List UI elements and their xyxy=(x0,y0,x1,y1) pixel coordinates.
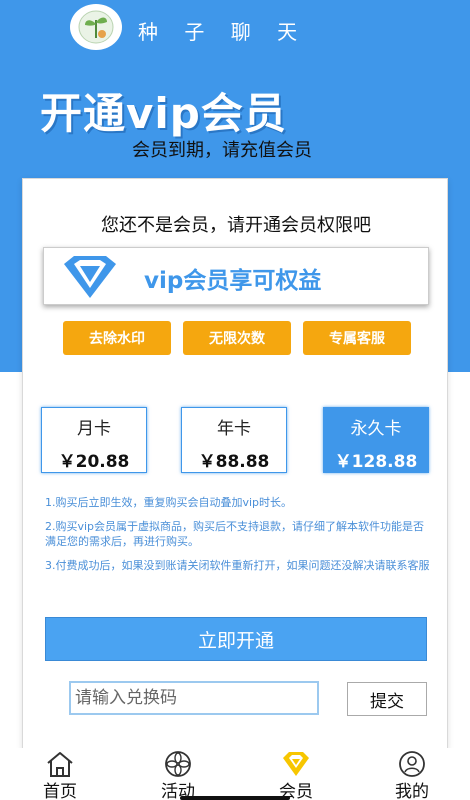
redeem-code-input[interactable] xyxy=(69,681,319,715)
perk-remove-watermark: 去除水印 xyxy=(63,321,171,355)
perk-list: 去除水印 无限次数 专属客服 xyxy=(63,321,411,355)
perk-exclusive-support: 专属客服 xyxy=(303,321,411,355)
submit-button[interactable]: 提交 xyxy=(347,682,427,716)
membership-notice: 您还不是会员，请开通会员权限吧 xyxy=(101,215,371,236)
diamond-icon xyxy=(64,256,116,298)
term-item: 1.购买后立即生效，重复购买会自动叠加vip时长。 xyxy=(45,496,293,509)
plan-price: ￥20.88 xyxy=(58,452,130,472)
term-item: 2.购买vip会员属于虚拟商品，购买后不支持退款，请仔细了解本软件功能是否满足您… xyxy=(45,520,425,548)
hero-subtitle: 会员到期，请充值会员 xyxy=(132,140,312,161)
seedling-logo-icon xyxy=(78,10,114,44)
nav-item-profile[interactable]: 我的 xyxy=(372,748,452,800)
nav-label: 我的 xyxy=(395,782,429,800)
app-logo xyxy=(70,4,122,50)
profile-icon xyxy=(399,751,425,777)
membership-card: 您还不是会员，请开通会员权限吧 vip会员享可权益 去除水印 无限次数 专属客服… xyxy=(22,178,448,750)
vip-banner-text: vip会员享可权益 xyxy=(144,268,322,294)
app-header: 种 子 聊 天 xyxy=(0,0,470,58)
vip-diamond-icon xyxy=(283,752,309,776)
perk-unlimited-uses: 无限次数 xyxy=(183,321,291,355)
plan-yearly[interactable]: 年卡 ￥88.88 xyxy=(181,407,287,473)
home-icon xyxy=(47,752,73,777)
plan-name: 年卡 xyxy=(217,419,251,439)
nav-label: 首页 xyxy=(43,782,77,800)
bottom-nav: 首页 活动 会员 我的 xyxy=(0,748,470,800)
nav-item-activity[interactable]: 活动 xyxy=(138,748,218,800)
open-membership-button[interactable]: 立即开通 xyxy=(45,617,427,661)
home-indicator xyxy=(180,796,290,800)
term-item: 3.付费成功后，如果没到账请关闭软件重新打开，如果问题还没解决请联系客服 xyxy=(45,559,430,572)
plan-price: ￥128.88 xyxy=(334,452,418,472)
hero-title: 开通vip会员 xyxy=(40,89,287,138)
plan-lifetime[interactable]: 永久卡 ￥128.88 xyxy=(323,407,429,473)
plan-name: 永久卡 xyxy=(350,419,402,439)
purchase-terms: 1.购买后立即生效，重复购买会自动叠加vip时长。 2.购买vip会员属于虚拟商… xyxy=(45,495,431,582)
vip-benefits-banner: vip会员享可权益 xyxy=(43,247,429,305)
nav-item-home[interactable]: 首页 xyxy=(20,748,100,800)
plan-name: 月卡 xyxy=(77,419,111,439)
app-title: 种 子 聊 天 xyxy=(138,20,308,44)
flower-icon xyxy=(165,751,191,777)
plan-price: ￥88.88 xyxy=(198,452,270,472)
plan-monthly[interactable]: 月卡 ￥20.88 xyxy=(41,407,147,473)
nav-item-vip[interactable]: 会员 xyxy=(256,748,336,800)
